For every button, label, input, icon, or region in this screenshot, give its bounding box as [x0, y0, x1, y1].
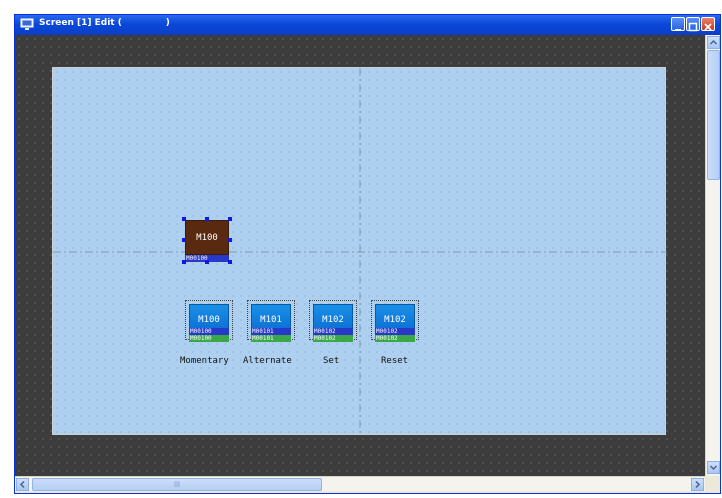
chevron-right-icon: [695, 480, 701, 489]
resize-handle[interactable]: [228, 217, 232, 221]
switch-tag-bottom: M00100: [189, 335, 229, 342]
editor-window: Screen [1] Edit ( ) M100 M00100 M100 M00…: [14, 14, 721, 494]
chevron-left-icon: [19, 480, 25, 489]
horizontal-scroll-thumb[interactable]: |||: [32, 478, 322, 491]
center-guides: [53, 68, 667, 436]
close-icon: [704, 23, 712, 31]
switch-alternate[interactable]: M101 M00101 M00101: [247, 300, 295, 348]
resize-handle[interactable]: [205, 260, 209, 264]
scroll-up-button[interactable]: [707, 36, 720, 49]
switch-label: M101: [260, 315, 282, 325]
switch-caption-momentary: Momentary: [180, 356, 229, 366]
minimize-button[interactable]: [671, 17, 685, 31]
restore-icon: [688, 22, 698, 32]
vertical-scrollbar[interactable]: [705, 35, 720, 476]
switch-label: M102: [384, 315, 406, 325]
scroll-down-button[interactable]: [707, 461, 720, 474]
restore-button[interactable]: [686, 17, 700, 32]
switch-tag-top: M00102: [375, 328, 415, 335]
switch-caption-reset: Reset: [381, 356, 409, 366]
vertical-scroll-thumb[interactable]: [707, 50, 720, 180]
resize-handle[interactable]: [205, 217, 209, 221]
switch-tag-bottom: M00102: [313, 335, 353, 342]
switch-tag-top: M00100: [189, 328, 229, 335]
switch-tag-top: M00101: [251, 328, 291, 335]
switch-tag-bottom: M00101: [251, 335, 291, 342]
close-button[interactable]: [701, 17, 715, 31]
resize-handle[interactable]: [182, 260, 186, 264]
size-grip[interactable]: [705, 476, 720, 491]
edit-workspace[interactable]: M100 M00100 M100 M00100 M00100 Momentary: [15, 35, 705, 476]
thumb-grip: |||: [173, 481, 181, 488]
scroll-right-button[interactable]: [691, 478, 704, 491]
chevron-down-icon: [709, 465, 718, 471]
title-bar[interactable]: Screen [1] Edit ( ): [15, 15, 720, 35]
resize-handle[interactable]: [182, 238, 186, 242]
screen-canvas[interactable]: M100 M00100 M100 M00100 M00100 Momentary: [52, 67, 667, 436]
resize-handle[interactable]: [228, 238, 232, 242]
lamp-label: M100: [196, 232, 218, 243]
switch-momentary[interactable]: M100 M00100 M00100: [185, 300, 233, 348]
window-title: Screen [1] Edit ( ): [39, 18, 170, 28]
switch-tag-top: M00102: [313, 328, 353, 335]
switch-set[interactable]: M102 M00102 M00102: [309, 300, 357, 348]
scroll-left-button[interactable]: [16, 478, 29, 491]
switch-tag-bottom: M00102: [375, 335, 415, 342]
switch-caption-set: Set: [323, 356, 340, 366]
switch-reset[interactable]: M102 M00102 M00102: [371, 300, 419, 348]
lamp-face[interactable]: M100: [185, 220, 229, 255]
switch-label: M100: [198, 315, 220, 325]
resize-handle[interactable]: [228, 260, 232, 264]
switch-label: M102: [322, 315, 344, 325]
resize-handle[interactable]: [182, 217, 186, 221]
screen-icon: [20, 18, 34, 30]
minimize-icon: [675, 29, 681, 31]
lamp-object[interactable]: M100 M00100: [182, 217, 232, 266]
switch-caption-alternate: Alternate: [243, 356, 292, 366]
horizontal-scrollbar[interactable]: |||: [15, 476, 705, 491]
chevron-up-icon: [709, 39, 718, 45]
